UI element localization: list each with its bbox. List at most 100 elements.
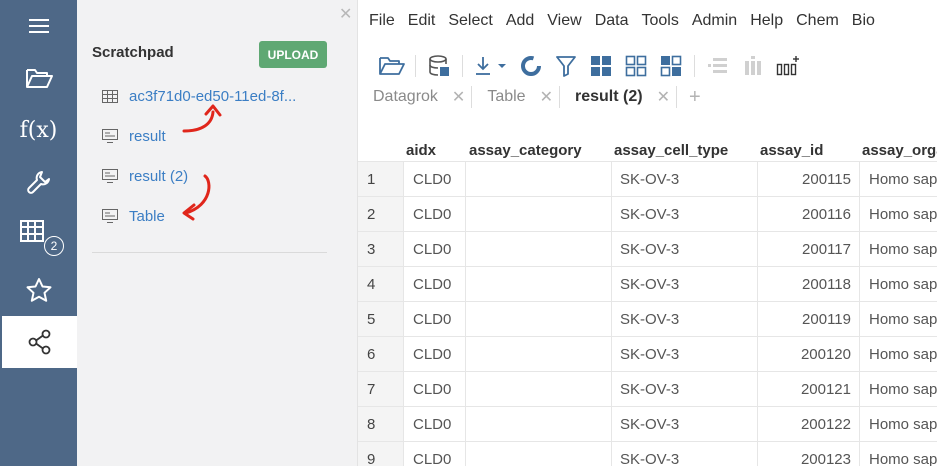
columns-button[interactable]: [739, 52, 767, 80]
table-row[interactable]: 5 CLD0 SK-OV-3 200119 Homo sap: [358, 301, 937, 337]
table-cell[interactable]: SK-OV-3: [611, 197, 757, 232]
table-cell[interactable]: SK-OV-3: [611, 267, 757, 302]
grid-layout-button[interactable]: [587, 52, 615, 80]
table-row[interactable]: 6 CLD0 SK-OV-3 200120 Homo sap: [358, 336, 937, 372]
table-cell[interactable]: CLD0: [403, 372, 465, 407]
table-cell[interactable]: 200117: [757, 232, 859, 267]
table-cell[interactable]: CLD0: [403, 337, 465, 372]
column-header[interactable]: assay_category: [469, 142, 582, 159]
tab-table[interactable]: Table ✕: [472, 84, 553, 110]
table-cell[interactable]: CLD0: [403, 407, 465, 442]
menu-admin[interactable]: Admin: [692, 12, 737, 36]
table-cell[interactable]: 200116: [757, 197, 859, 232]
column-header[interactable]: assay_cell_type: [614, 142, 728, 159]
file-item-table[interactable]: ac3f71d0-ed50-11ed-8f...: [102, 85, 296, 107]
table-row[interactable]: 8 CLD0 SK-OV-3 200122 Homo sap: [358, 406, 937, 442]
table-row[interactable]: 1 CLD0 SK-OV-3 200115 Homo sap: [358, 161, 937, 197]
sidebar-item-tools[interactable]: [0, 156, 77, 208]
table-cell[interactable]: 200121: [757, 372, 859, 407]
menu-button[interactable]: [0, 0, 77, 52]
table-cell[interactable]: Homo sap: [859, 337, 937, 372]
file-item-result-2[interactable]: result (2): [102, 165, 188, 187]
menu-file[interactable]: File: [369, 12, 395, 36]
menu-select[interactable]: Select: [448, 12, 492, 36]
sidebar-item-tables[interactable]: 2: [0, 208, 77, 260]
table-cell[interactable]: [465, 407, 611, 442]
row-number[interactable]: 1: [358, 162, 403, 197]
tile-view-button[interactable]: [622, 52, 650, 80]
table-cell[interactable]: [465, 197, 611, 232]
table-cell[interactable]: 200115: [757, 162, 859, 197]
row-number[interactable]: 9: [358, 442, 403, 466]
column-header[interactable]: assay_orga: [862, 142, 937, 159]
table-cell[interactable]: [465, 162, 611, 197]
table-row[interactable]: 2 CLD0 SK-OV-3 200116 Homo sap: [358, 196, 937, 232]
table-cell[interactable]: Homo sap: [859, 232, 937, 267]
table-cell[interactable]: SK-OV-3: [611, 337, 757, 372]
tab-datagrok[interactable]: Datagrok ✕: [358, 84, 465, 110]
menu-chem[interactable]: Chem: [796, 12, 839, 36]
row-number[interactable]: 4: [358, 267, 403, 302]
card-view-button[interactable]: [657, 52, 685, 80]
table-cell[interactable]: SK-OV-3: [611, 232, 757, 267]
add-tab-icon[interactable]: +: [689, 86, 701, 109]
table-cell[interactable]: CLD0: [403, 267, 465, 302]
table-cell[interactable]: Homo sap: [859, 302, 937, 337]
menu-data[interactable]: Data: [595, 12, 629, 36]
table-cell[interactable]: 200122: [757, 407, 859, 442]
data-grid[interactable]: aidx assay_category assay_cell_type assa…: [358, 140, 937, 466]
table-cell[interactable]: CLD0: [403, 197, 465, 232]
table-cell[interactable]: SK-OV-3: [611, 162, 757, 197]
close-icon[interactable]: ✕: [452, 87, 465, 107]
table-cell[interactable]: SK-OV-3: [611, 407, 757, 442]
sidebar-item-favorites[interactable]: [0, 264, 77, 316]
menu-help[interactable]: Help: [750, 12, 783, 36]
table-cell[interactable]: [465, 302, 611, 337]
table-cell[interactable]: [465, 372, 611, 407]
table-cell[interactable]: Homo sap: [859, 267, 937, 302]
menu-tools[interactable]: Tools: [641, 12, 678, 36]
table-cell[interactable]: Homo sap: [859, 407, 937, 442]
table-cell[interactable]: Homo sap: [859, 442, 937, 466]
close-icon[interactable]: ✕: [540, 87, 553, 107]
table-cell[interactable]: [465, 267, 611, 302]
table-cell[interactable]: Homo sap: [859, 162, 937, 197]
table-cell[interactable]: SK-OV-3: [611, 302, 757, 337]
add-rows-button[interactable]: [704, 52, 732, 80]
row-number[interactable]: 8: [358, 407, 403, 442]
menu-bio[interactable]: Bio: [852, 12, 875, 36]
table-cell[interactable]: 200118: [757, 267, 859, 302]
table-cell[interactable]: 200119: [757, 302, 859, 337]
refresh-button[interactable]: [517, 52, 545, 80]
row-number[interactable]: 6: [358, 337, 403, 372]
row-number[interactable]: 5: [358, 302, 403, 337]
menu-view[interactable]: View: [547, 12, 581, 36]
open-folder-button[interactable]: [378, 52, 406, 80]
table-cell[interactable]: SK-OV-3: [611, 442, 757, 466]
download-dropdown-button[interactable]: [472, 52, 510, 80]
filter-button[interactable]: [552, 52, 580, 80]
table-cell[interactable]: [465, 337, 611, 372]
table-cell[interactable]: Homo sap: [859, 197, 937, 232]
table-cell[interactable]: CLD0: [403, 162, 465, 197]
row-number[interactable]: 7: [358, 372, 403, 407]
table-row[interactable]: 3 CLD0 SK-OV-3 200117 Homo sap: [358, 231, 937, 267]
file-item-table-view[interactable]: Table: [102, 205, 165, 227]
column-header[interactable]: assay_id: [760, 142, 823, 159]
table-cell[interactable]: CLD0: [403, 232, 465, 267]
save-database-button[interactable]: [425, 52, 453, 80]
row-number[interactable]: 2: [358, 197, 403, 232]
column-header[interactable]: aidx: [406, 142, 436, 159]
table-cell[interactable]: 200120: [757, 337, 859, 372]
close-icon[interactable]: ✕: [339, 4, 352, 24]
table-cell[interactable]: CLD0: [403, 442, 465, 466]
table-row[interactable]: 9 CLD0 SK-OV-3 200123 Homo sap: [358, 441, 937, 466]
row-number[interactable]: 3: [358, 232, 403, 267]
sidebar-item-share[interactable]: [2, 316, 77, 368]
table-cell[interactable]: [465, 442, 611, 466]
sidebar-item-files[interactable]: [0, 52, 77, 104]
sidebar-item-functions[interactable]: f(x): [0, 104, 77, 156]
table-cell[interactable]: CLD0: [403, 302, 465, 337]
table-cell[interactable]: [465, 232, 611, 267]
table-row[interactable]: 7 CLD0 SK-OV-3 200121 Homo sap: [358, 371, 937, 407]
